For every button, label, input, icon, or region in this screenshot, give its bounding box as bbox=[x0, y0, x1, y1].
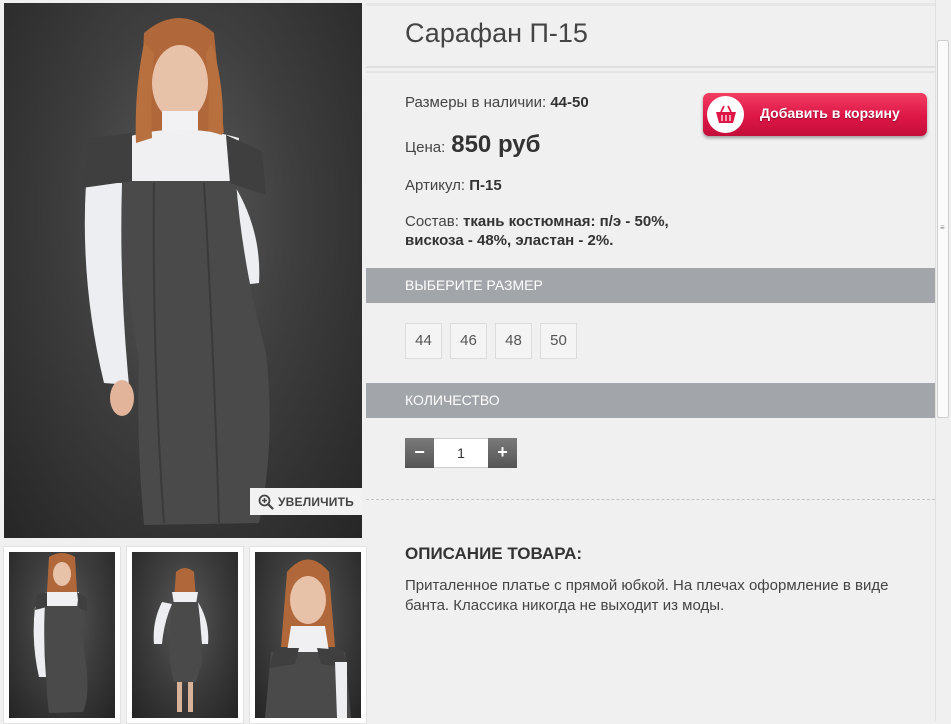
size-option-44[interactable]: 44 bbox=[405, 323, 442, 359]
composition: Состав: ткань костюмная: п/э - 50%, виск… bbox=[405, 212, 705, 250]
price-value: 850 руб bbox=[451, 131, 541, 158]
model-figure-image bbox=[82, 18, 270, 525]
available-sizes-label: Размеры в наличии: bbox=[405, 94, 547, 111]
thumbnail-front-image bbox=[33, 553, 88, 713]
divider bbox=[366, 3, 935, 6]
sku: Артикул: П-15 bbox=[405, 177, 502, 194]
product-info-panel: Сарафан П-15 Размеры в наличии: 44-50 Це… bbox=[366, 0, 935, 721]
thumbnail-strip bbox=[0, 543, 367, 724]
description-title: ОПИСАНИЕ ТОВАРА: bbox=[405, 544, 583, 563]
add-to-cart-button[interactable]: Добавить в корзину bbox=[703, 93, 927, 136]
thumbnail-closeup-image bbox=[265, 559, 351, 718]
thumbnail-3[interactable] bbox=[249, 546, 367, 724]
available-sizes: Размеры в наличии: 44-50 bbox=[405, 94, 589, 111]
main-product-photo[interactable]: УВЕЛИЧИТЬ bbox=[4, 3, 362, 538]
zoom-label: УВЕЛИЧИТЬ bbox=[278, 494, 354, 509]
thumbnail-back-image bbox=[153, 568, 209, 712]
magnifier-plus-icon bbox=[258, 494, 274, 510]
divider bbox=[366, 71, 935, 73]
composition-label: Состав: bbox=[405, 213, 459, 230]
quantity-stepper: − + bbox=[405, 438, 517, 468]
scrollbar-thumb[interactable]: ≡ bbox=[937, 40, 949, 418]
size-option-48[interactable]: 48 bbox=[495, 323, 532, 359]
description-text: Приталенное платье с прямой юбкой. На пл… bbox=[405, 577, 889, 614]
basket-icon-circle bbox=[707, 96, 744, 133]
quantity-increase-button[interactable]: + bbox=[488, 438, 517, 468]
divider bbox=[366, 66, 935, 68]
quantity-decrease-button[interactable]: − bbox=[405, 438, 434, 468]
divider bbox=[366, 499, 935, 500]
quantity-section-header: КОЛИЧЕСТВО bbox=[366, 383, 935, 418]
basket-icon bbox=[715, 105, 736, 123]
sku-label: Артикул: bbox=[405, 177, 466, 194]
scrollbar-grip-icon: ≡ bbox=[940, 223, 945, 232]
thumbnail-2[interactable] bbox=[126, 546, 244, 724]
sku-value: П-15 bbox=[469, 177, 502, 194]
price: Цена: 850 руб bbox=[405, 131, 540, 159]
size-option-50[interactable]: 50 bbox=[540, 323, 577, 359]
add-to-cart-label: Добавить в корзину bbox=[760, 105, 900, 121]
product-title: Сарафан П-15 bbox=[405, 18, 588, 48]
zoom-button[interactable]: УВЕЛИЧИТЬ bbox=[250, 488, 362, 515]
quantity-input[interactable] bbox=[434, 438, 488, 468]
size-option-46[interactable]: 46 bbox=[450, 323, 487, 359]
size-section-header: ВЫБЕРИТЕ РАЗМЕР bbox=[366, 268, 935, 303]
thumbnail-1[interactable] bbox=[3, 546, 121, 724]
available-sizes-value: 44-50 bbox=[550, 94, 589, 111]
price-label: Цена: bbox=[405, 139, 446, 156]
